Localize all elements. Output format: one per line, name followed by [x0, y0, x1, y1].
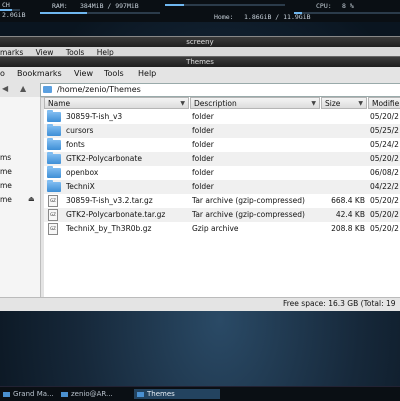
file-row[interactable]: cursors folder 05/25/2	[44, 124, 400, 138]
sidebar-item[interactable]: me	[0, 195, 12, 204]
home-value: 1.86GiB / 11.9GiB	[244, 13, 311, 21]
folder-icon	[47, 152, 61, 164]
file-modified: 04/22/2	[370, 182, 399, 191]
file-description: folder	[192, 154, 214, 163]
background-window-title[interactable]: screeny	[0, 37, 400, 47]
cpu-name-label: CH	[2, 1, 10, 9]
archive-icon: GZ	[48, 223, 58, 235]
archive-icon: GZ	[48, 209, 58, 221]
menu-bookmarks[interactable]: Bookmarks	[17, 67, 62, 81]
file-name: GTK2-Polycarbonate.tar.gz	[66, 210, 166, 219]
file-row[interactable]: openbox folder 06/08/2	[44, 166, 400, 180]
sidebar: ms me me me ⏏	[0, 97, 41, 301]
folder-icon	[47, 110, 61, 122]
column-header-description[interactable]: Description ▼	[190, 97, 320, 109]
left-meter	[0, 9, 20, 11]
ram-value: 384MiB / 997MiB	[80, 2, 139, 10]
file-row[interactable]: GZ 30859-T-ish_v3.2.tar.gz Tar archive (gz…	[44, 194, 400, 208]
sidebar-item[interactable]: me	[0, 167, 12, 176]
taskbar-item-active[interactable]: Themes	[134, 389, 220, 399]
file-row[interactable]: 30859-T-ish_v3 folder 05/20/2	[44, 110, 400, 124]
folder-icon	[137, 391, 144, 397]
file-name: TechniX_by_Th3R0b.gz	[66, 224, 152, 233]
archive-icon: GZ	[48, 195, 58, 207]
file-name: fonts	[66, 140, 85, 149]
file-row[interactable]: GZ TechniX_by_Th3R0b.gz Gzip archive 208.8 …	[44, 222, 400, 236]
folder-icon	[47, 166, 61, 178]
cpu-value: 8 %	[342, 2, 354, 10]
file-name: GTK2-Polycarbonate	[66, 154, 142, 163]
file-description: Tar archive (gzip-compressed)	[192, 196, 305, 205]
sidebar-item[interactable]: ms	[0, 153, 11, 162]
file-description: folder	[192, 168, 214, 177]
file-description: folder	[192, 140, 214, 149]
sort-arrow-icon: ▼	[180, 100, 185, 107]
file-description: folder	[192, 182, 214, 191]
folder-icon	[47, 124, 61, 136]
file-list: Name ▼ Description ▼ Size ▼ Modifie 30859-T…	[44, 97, 400, 301]
toolbar: ◀ ▲ /home/zenio/Themes	[0, 81, 400, 98]
sidebar-item[interactable]: me	[0, 181, 12, 190]
file-manager-window: Themes o Bookmarks View Tools Help ◀ ▲ /…	[0, 56, 400, 311]
back-arrow-icon[interactable]: ◀	[2, 84, 8, 93]
folder-icon	[47, 180, 61, 192]
file-modified: 05/20/2	[370, 112, 399, 121]
swap-label: 2.0GiB	[2, 11, 26, 19]
file-description: folder	[192, 126, 214, 135]
file-size: 42.4 KB	[335, 210, 365, 219]
file-modified: 05/24/2	[370, 140, 399, 149]
file-row[interactable]: GZ GTK2-Polycarbonate.tar.gz Tar archive (…	[44, 208, 400, 222]
file-modified: 05/20/2	[370, 154, 399, 163]
file-row[interactable]: fonts folder 05/24/2	[44, 138, 400, 152]
taskbar: Grand Ma... zenio@AR... Themes	[0, 386, 400, 401]
file-name: 30859-T-ish_v3	[66, 112, 123, 121]
ram-label: RAM:	[52, 2, 68, 10]
file-modified: 05/20/2	[370, 196, 399, 205]
column-header-name[interactable]: Name ▼	[44, 97, 189, 109]
file-description: Gzip archive	[192, 224, 239, 233]
home-meter	[165, 4, 285, 6]
location-bar[interactable]: /home/zenio/Themes	[40, 83, 400, 97]
terminal-icon	[61, 391, 68, 397]
file-modified: 05/25/2	[370, 126, 399, 135]
file-description: Tar archive (gzip-compressed)	[192, 210, 305, 219]
file-row[interactable]: TechniX folder 04/22/2	[44, 180, 400, 194]
menu-tools[interactable]: Tools	[104, 67, 124, 81]
home-label: Home:	[214, 13, 234, 21]
menu-help[interactable]: Help	[138, 67, 156, 81]
window-icon	[3, 391, 10, 397]
file-modified: 05/20/2	[370, 224, 399, 233]
file-name: 30859-T-ish_v3.2.tar.gz	[66, 196, 153, 205]
location-path[interactable]: /home/zenio/Themes	[57, 84, 141, 96]
column-header-modified[interactable]: Modifie	[368, 97, 400, 109]
file-size: 208.8 KB	[331, 224, 365, 233]
menu-go[interactable]: o	[0, 67, 5, 81]
menubar: o Bookmarks View Tools Help	[0, 67, 400, 81]
cpu-meter	[294, 12, 400, 14]
taskbar-item[interactable]: zenio@AR...	[58, 389, 116, 399]
file-size: 668.4 KB	[331, 196, 365, 205]
taskbar-item[interactable]: Grand Ma...	[0, 389, 57, 399]
file-name: cursors	[66, 126, 94, 135]
folder-icon	[47, 138, 61, 150]
file-modified: 05/20/2	[370, 210, 399, 219]
free-space-label: Free space: 16.3 GB (Total: 19	[283, 299, 396, 308]
file-row[interactable]: GTK2-Polycarbonate folder 05/20/2	[44, 152, 400, 166]
file-name: openbox	[66, 168, 99, 177]
up-arrow-icon[interactable]: ▲	[20, 84, 26, 93]
eject-icon[interactable]: ⏏	[28, 195, 35, 203]
menu-view[interactable]: View	[74, 67, 93, 81]
file-name: TechniX	[66, 182, 95, 191]
folder-icon	[43, 86, 52, 93]
column-header-size[interactable]: Size ▼	[321, 97, 367, 109]
cpu-label: CPU:	[316, 2, 332, 10]
sort-arrow-icon: ▼	[311, 100, 316, 107]
window-title[interactable]: Themes	[0, 57, 400, 67]
file-description: folder	[192, 112, 214, 121]
file-modified: 06/08/2	[370, 168, 399, 177]
system-monitor-bar: CH 2.0GiB RAM: 384MiB / 997MiB Home: 1.8…	[0, 0, 400, 22]
status-bar: Free space: 16.3 GB (Total: 19	[0, 297, 400, 310]
sort-arrow-icon: ▼	[358, 100, 363, 107]
ram-meter	[40, 12, 160, 14]
